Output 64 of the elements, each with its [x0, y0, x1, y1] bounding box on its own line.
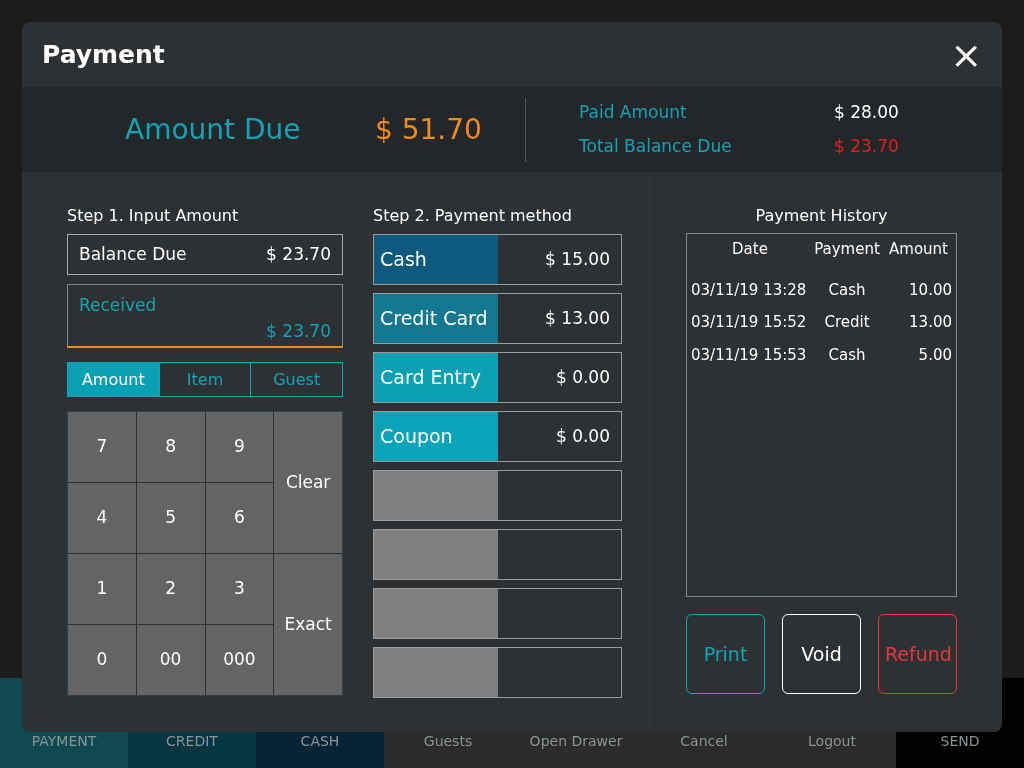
table-cell-text: 10.00: [908, 279, 952, 301]
step-title: Step 1. Input Amount: [67, 205, 240, 227]
paid-amount-label: Paid Amount: [579, 101, 688, 124]
history-title: Payment History: [754, 205, 889, 227]
action-button[interactable]: Void: [782, 614, 861, 694]
payment-method-row[interactable]: [373, 647, 622, 698]
table-cell-text: Cash: [827, 279, 867, 301]
balance-due-label: Total Balance Due: [579, 134, 733, 158]
table-cell-text: 03/11/19 15:52: [691, 312, 808, 333]
action-button[interactable]: Print: [686, 614, 765, 694]
column-header: Payment: [813, 239, 881, 260]
payment-method-row[interactable]: Card Entry $ 0.00: [373, 352, 622, 403]
dialog-title: Payment: [42, 38, 165, 71]
balance-value: $ 23.70: [266, 242, 331, 266]
payment-method-row[interactable]: Cash $ 15.00: [373, 234, 622, 285]
keypad-key[interactable]: 7: [68, 412, 136, 482]
received-value: $ 23.70: [265, 319, 331, 343]
table-cell-text: 03/11/19 15:53: [691, 344, 808, 366]
action-button[interactable]: Refund: [878, 614, 957, 694]
method-amount: $ 0.00: [554, 424, 611, 448]
paid-amount-value: $ 28.00: [834, 101, 899, 124]
received-label: Received: [79, 294, 158, 317]
method-amount: $ 15.00: [544, 247, 611, 271]
payment-method-button[interactable]: Cash: [374, 235, 498, 284]
keypad-key[interactable]: 0: [68, 625, 136, 695]
keypad-key[interactable]: Exact: [274, 554, 342, 695]
mode-tab[interactable]: Item: [159, 363, 252, 396]
mode-tab[interactable]: Amount: [68, 363, 160, 396]
table-cell-text: Cash: [827, 344, 867, 366]
close-button[interactable]: ×: [944, 35, 988, 74]
method-amount: $ 0.00: [554, 365, 611, 389]
keypad-key[interactable]: Clear: [274, 412, 342, 553]
table-cell-text: Credit: [823, 312, 871, 333]
keypad-key[interactable]: 2: [136, 554, 205, 624]
table-cell-text: 03/11/19 13:28: [691, 279, 808, 301]
payment-method-button[interactable]: Card Entry: [374, 353, 498, 402]
keypad-key[interactable]: 000: [205, 625, 274, 695]
payment-method-button[interactable]: Coupon: [374, 412, 498, 461]
amount-due-value: $ 51.70: [375, 111, 483, 148]
payment-method-row[interactable]: Credit Card $ 13.00: [373, 293, 622, 344]
table-cell-text: 13.00: [908, 312, 952, 333]
keypad-key[interactable]: 6: [205, 483, 274, 553]
payment-method-row[interactable]: Coupon $ 0.00: [373, 411, 622, 462]
keypad-key[interactable]: 00: [136, 625, 205, 695]
amount-due-label: Amount Due: [125, 111, 302, 148]
mode-tab[interactable]: Guest: [251, 363, 342, 396]
step-title: Step 2. Payment method: [373, 205, 573, 227]
keypad-key[interactable]: 4: [68, 483, 136, 553]
method-amount: $ 13.00: [544, 306, 611, 330]
keypad-key[interactable]: 9: [205, 412, 274, 482]
table-cell-text: 5.00: [917, 344, 952, 366]
keypad-key[interactable]: 3: [205, 554, 274, 624]
payment-method-row[interactable]: [373, 529, 622, 580]
column-header: Date: [731, 239, 769, 260]
keypad-key[interactable]: 5: [136, 483, 205, 553]
payment-method-row[interactable]: [373, 470, 622, 521]
keypad-key[interactable]: 8: [136, 412, 205, 482]
balance-due-value: $ 23.70: [834, 134, 899, 158]
column-header: Amount: [888, 239, 949, 260]
payment-method-row[interactable]: [373, 588, 622, 639]
received-field[interactable]: Received $ 23.70: [67, 284, 343, 348]
balance-label: Balance Due: [79, 242, 187, 266]
keypad-key[interactable]: 1: [68, 554, 136, 624]
payment-method-button[interactable]: Credit Card: [374, 294, 498, 343]
